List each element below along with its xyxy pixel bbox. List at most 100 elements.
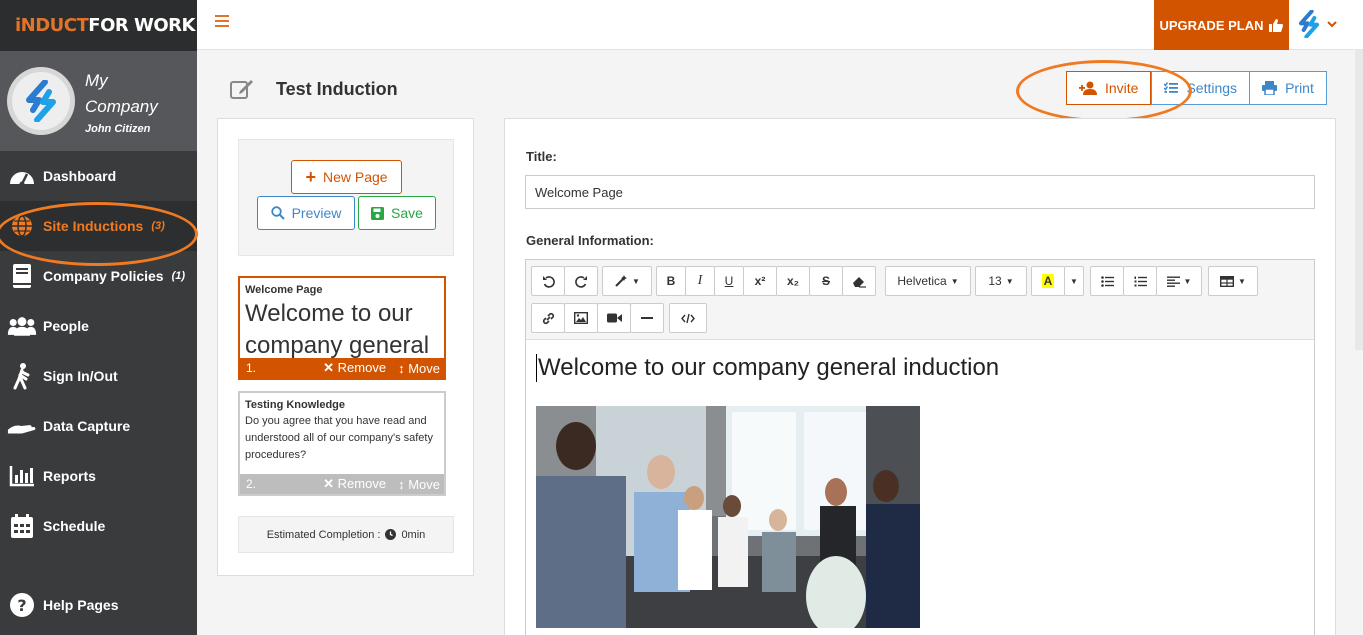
- editor-content[interactable]: Welcome to our company general induction: [526, 340, 1314, 635]
- logo-bar: iNDUCTFOR WORK: [0, 0, 197, 51]
- hamburger-menu-icon[interactable]: [215, 15, 229, 29]
- superscript-button[interactable]: x²: [743, 266, 777, 296]
- superscript-icon: x²: [754, 274, 766, 288]
- table-dropdown[interactable]: ▼: [1208, 266, 1258, 296]
- italic-button[interactable]: I: [685, 266, 715, 296]
- sidebar-item-dashboard[interactable]: Dashboard: [0, 151, 197, 201]
- caret-down-icon: ▼: [1070, 276, 1078, 286]
- sidebar-item-sign-in-out[interactable]: Sign In/Out: [0, 351, 197, 401]
- caret-down-icon: ▼: [1005, 276, 1014, 286]
- numbered-list-button[interactable]: [1123, 266, 1157, 296]
- search-icon: [270, 206, 285, 220]
- code-icon: [681, 313, 695, 323]
- sidebar-item-label: Site Inductions: [43, 218, 144, 234]
- sidebar-item-label: Company Policies: [43, 268, 164, 284]
- sidebar-item-count: (1): [171, 270, 186, 282]
- magic-wand-icon: [615, 275, 628, 287]
- save-button[interactable]: Save: [358, 196, 436, 230]
- company-name: My Company: [85, 70, 158, 116]
- print-label: Print: [1285, 80, 1314, 96]
- insert-image-button[interactable]: [564, 303, 598, 333]
- caret-down-icon: ▼: [1238, 276, 1246, 286]
- company-avatar[interactable]: [7, 67, 75, 135]
- sidebar-item-company-policies[interactable]: Company Policies (1): [0, 251, 197, 301]
- align-left-icon: [1166, 276, 1180, 287]
- edit-icon: [230, 80, 253, 99]
- font-size-select[interactable]: 13 ▼: [975, 266, 1027, 296]
- invite-button[interactable]: Invite: [1066, 71, 1152, 105]
- numbered-list-icon: [1134, 276, 1147, 286]
- horizontal-rule-icon: [641, 317, 653, 319]
- sidebar-item-reports[interactable]: Reports: [0, 451, 197, 501]
- remove-page-button[interactable]: ✕ Remove: [323, 476, 386, 492]
- company-profile: My Company John Citizen: [0, 51, 197, 151]
- company-logo-icon: [26, 80, 56, 122]
- move-vertical-icon: ↕: [398, 476, 405, 492]
- editor-toolbar: ▼ B I U x² x₂ S Helvetica ▼ 13 ▼ A ▼ ▼ ▼: [526, 260, 1314, 340]
- user-menu[interactable]: [1297, 10, 1337, 38]
- table-icon: [1220, 275, 1235, 287]
- team-photo[interactable]: [536, 406, 920, 628]
- general-information-label: General Information:: [526, 233, 654, 248]
- bullet-list-button[interactable]: [1090, 266, 1124, 296]
- sidebar-item-site-inductions[interactable]: Site Inductions (3): [0, 201, 197, 251]
- page-title: Test Induction: [276, 78, 398, 99]
- move-page-handle[interactable]: ↕ Move: [398, 361, 440, 376]
- page-card-testing-knowledge[interactable]: Testing Knowledge Do you agree that you …: [238, 391, 446, 496]
- new-page-button[interactable]: + New Page: [291, 160, 402, 194]
- sidebar-item-label: Reports: [43, 468, 96, 484]
- sidebar-item-label: Help Pages: [43, 597, 119, 613]
- bar-chart-icon: [7, 461, 37, 491]
- upgrade-plan-button[interactable]: UPGRADE PLAN: [1154, 0, 1289, 50]
- sidebar-item-help-pages[interactable]: ? Help Pages: [0, 580, 197, 630]
- strikethrough-button[interactable]: S: [809, 266, 843, 296]
- print-icon: [1262, 81, 1278, 95]
- redo-icon: [574, 275, 587, 288]
- bullet-list-icon: [1100, 275, 1114, 287]
- svg-text:?: ?: [17, 596, 26, 615]
- clear-format-button[interactable]: [842, 266, 876, 296]
- paragraph-align-dropdown[interactable]: ▼: [1156, 266, 1202, 296]
- clock-icon: [385, 529, 397, 540]
- people-icon: [7, 311, 37, 341]
- header-button-group: Invite Settings Print: [1066, 71, 1327, 105]
- page-scrollbar[interactable]: [1355, 50, 1363, 350]
- pages-panel: + New Page Preview Save Welcome Page Wel…: [217, 118, 474, 576]
- redo-button[interactable]: [564, 266, 598, 296]
- dashboard-icon: [7, 161, 37, 191]
- brand-logo[interactable]: iNDUCTFOR WORK: [15, 15, 195, 36]
- page-card-preview: Do you agree that you have read and unde…: [245, 415, 433, 461]
- sidebar-item-people[interactable]: People: [0, 301, 197, 351]
- text-color-button[interactable]: A: [1031, 266, 1065, 296]
- preview-button[interactable]: Preview: [257, 196, 355, 230]
- horizontal-rule-button[interactable]: [630, 303, 664, 333]
- new-page-label: New Page: [322, 169, 388, 185]
- title-label: Title:: [526, 149, 557, 164]
- estimated-completion: Estimated Completion : 0min: [238, 516, 454, 553]
- page-actions: + New Page Preview Save: [238, 139, 454, 256]
- sidebar-item-data-capture[interactable]: Data Capture: [0, 401, 197, 451]
- settings-button[interactable]: Settings: [1151, 71, 1251, 105]
- move-page-handle[interactable]: ↕ Move: [398, 477, 440, 492]
- move-label: Move: [408, 360, 440, 376]
- code-view-button[interactable]: [669, 303, 707, 333]
- calendar-icon: [7, 511, 37, 541]
- underline-button[interactable]: U: [714, 266, 744, 296]
- bold-button[interactable]: B: [656, 266, 686, 296]
- title-input[interactable]: [525, 175, 1315, 209]
- sidebar-item-schedule[interactable]: Schedule: [0, 501, 197, 551]
- remove-page-button[interactable]: ✕ Remove: [323, 360, 386, 376]
- insert-link-button[interactable]: [531, 303, 565, 333]
- text-color-dropdown[interactable]: ▼: [1064, 266, 1084, 296]
- page-card-number: 1.: [246, 361, 257, 375]
- style-dropdown[interactable]: ▼: [602, 266, 652, 296]
- walking-icon: [7, 361, 37, 391]
- italic-icon: I: [697, 273, 703, 288]
- page-card-welcome[interactable]: Welcome Page Welcome to our company gene…: [238, 276, 446, 380]
- print-button[interactable]: Print: [1250, 71, 1327, 105]
- font-family-select[interactable]: Helvetica ▼: [885, 266, 971, 296]
- insert-video-button[interactable]: [597, 303, 631, 333]
- subscript-button[interactable]: x₂: [776, 266, 810, 296]
- sidebar-item-label: Schedule: [43, 518, 106, 534]
- undo-button[interactable]: [531, 266, 565, 296]
